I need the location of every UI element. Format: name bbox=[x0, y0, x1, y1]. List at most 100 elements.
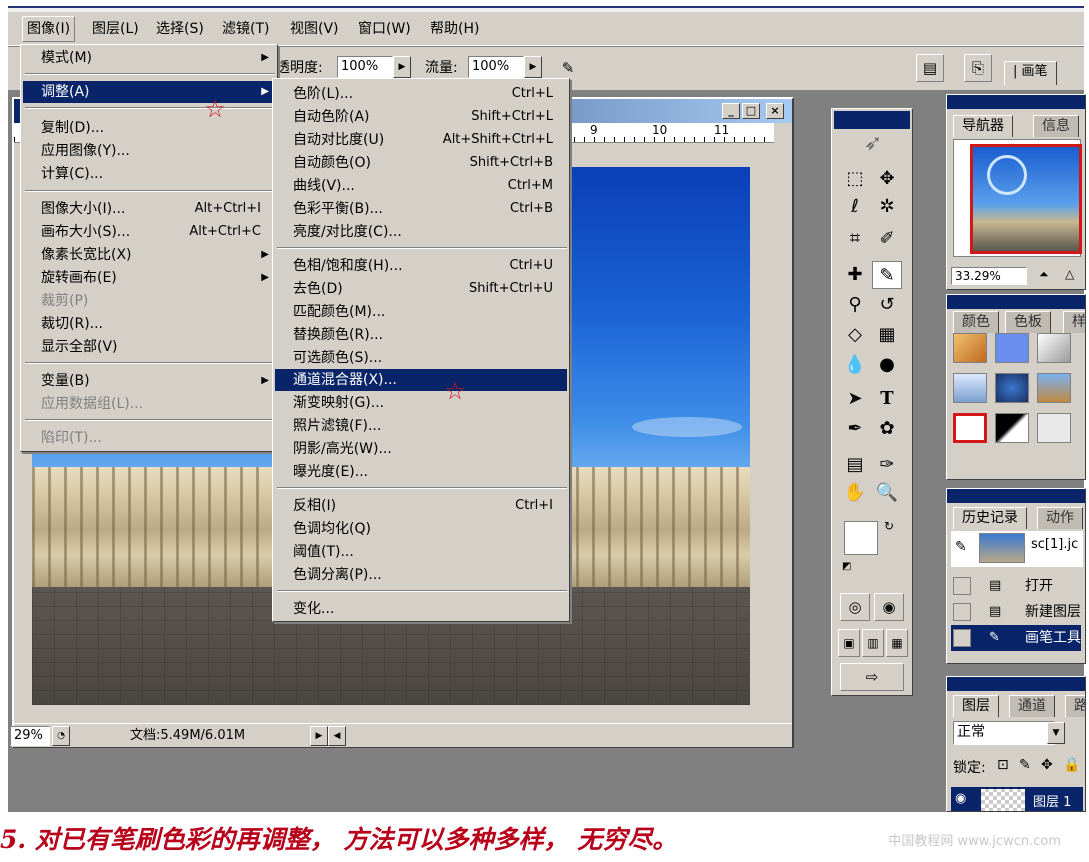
style-swatch[interactable] bbox=[953, 413, 987, 443]
style-swatch[interactable] bbox=[1037, 373, 1071, 403]
opacity-input[interactable]: 100% bbox=[337, 56, 393, 78]
history-item[interactable]: ▤ 新建图层 bbox=[951, 599, 1081, 625]
tab-layers[interactable]: 图层 bbox=[953, 695, 999, 717]
tab-navigator[interactable]: 导航器 bbox=[953, 115, 1013, 137]
menu-item-hue-saturation[interactable]: 色相/饱和度(H)... Ctrl+U bbox=[275, 255, 567, 277]
default-colors-icon[interactable]: ◩ bbox=[842, 561, 851, 572]
menu-item-match-color[interactable]: 匹配颜色(M)... bbox=[275, 301, 567, 323]
quickmask-mode-icon[interactable]: ◉ bbox=[874, 593, 904, 621]
brush-palette-tab[interactable]: | 画笔 bbox=[1004, 61, 1057, 85]
eye-icon[interactable]: ◉ bbox=[955, 791, 966, 806]
menu-item-selective-color[interactable]: 可选颜色(S)... bbox=[275, 347, 567, 369]
menu-item-auto-contrast[interactable]: 自动对比度(U) Alt+Shift+Ctrl+L bbox=[275, 129, 567, 151]
history-checkbox[interactable] bbox=[953, 577, 971, 595]
style-swatch[interactable] bbox=[995, 373, 1029, 403]
menu-item-variations[interactable]: 变化... bbox=[275, 598, 567, 620]
lasso-tool-icon[interactable]: ℓ bbox=[840, 193, 870, 221]
navigator-view-box[interactable] bbox=[970, 144, 1082, 254]
menu-item-canvas-size[interactable]: 画布大小(S)... Alt+Ctrl+C bbox=[23, 221, 275, 243]
minimize-icon[interactable]: _ bbox=[722, 103, 740, 119]
menu-item-channel-mixer[interactable]: 通道混合器(X)... bbox=[275, 369, 567, 391]
menu-item-pixel-aspect[interactable]: 像素长宽比(X) ▶ bbox=[23, 244, 275, 266]
menu-item-curves[interactable]: 曲线(V)... Ctrl+M bbox=[275, 175, 567, 197]
swatches-titlebar[interactable] bbox=[947, 295, 1085, 309]
screen-mode-full-icon[interactable]: ▦ bbox=[886, 629, 908, 657]
foreground-color-swatch[interactable] bbox=[844, 521, 878, 555]
menu-item-calculations[interactable]: 计算(C)... bbox=[23, 163, 275, 185]
menu-select[interactable]: 选择(S) bbox=[152, 18, 208, 40]
close-icon[interactable]: × bbox=[766, 103, 784, 119]
lock-position-icon[interactable]: ✥ bbox=[1041, 757, 1053, 773]
blur-tool-icon[interactable]: 💧 bbox=[840, 351, 870, 379]
menu-layer[interactable]: 图层(L) bbox=[88, 18, 143, 40]
menu-item-trim[interactable]: 裁切(R)... bbox=[23, 313, 275, 335]
menu-view[interactable]: 视图(V) bbox=[286, 18, 343, 40]
screen-mode-standard-icon[interactable]: ▣ bbox=[838, 629, 860, 657]
menu-window[interactable]: 窗口(W) bbox=[354, 18, 415, 40]
style-swatch[interactable] bbox=[953, 373, 987, 403]
brush-tool-icon[interactable]: ✎ bbox=[872, 261, 902, 289]
zoom-menu-icon[interactable]: ◔ bbox=[52, 726, 70, 746]
menu-item-adjust[interactable]: 调整(A) ▶ bbox=[23, 81, 275, 103]
menu-item-invert[interactable]: 反相(I) Ctrl+I bbox=[275, 495, 567, 517]
pen-tool-icon[interactable]: ✒ bbox=[840, 415, 870, 443]
flow-arrow-icon[interactable]: ▶ bbox=[524, 56, 542, 78]
navigator-preview[interactable] bbox=[953, 139, 1082, 257]
style-swatch[interactable] bbox=[953, 333, 987, 363]
menu-help[interactable]: 帮助(H) bbox=[426, 18, 483, 40]
dodge-tool-icon[interactable]: ● bbox=[872, 351, 902, 379]
style-swatch[interactable] bbox=[1037, 333, 1071, 363]
feather-logo-icon[interactable]: ➶ bbox=[838, 131, 908, 157]
lock-all-icon[interactable]: 🔒 bbox=[1063, 757, 1080, 773]
menu-item-reveal-all[interactable]: 显示全部(V) bbox=[23, 336, 275, 358]
menu-item-photo-filter[interactable]: 照片滤镜(F)... bbox=[275, 415, 567, 437]
history-item[interactable]: ▤ 打开 bbox=[951, 573, 1081, 599]
lock-transparency-icon[interactable]: ⊡ bbox=[997, 757, 1009, 773]
style-swatch[interactable] bbox=[995, 333, 1029, 363]
tab-color[interactable]: 颜色 bbox=[953, 311, 999, 333]
menu-item-duplicate[interactable]: 复制(D)... bbox=[23, 117, 275, 139]
tab-swatches[interactable]: 色板 bbox=[1005, 311, 1051, 333]
menu-item-mode[interactable]: 模式(M) ▶ bbox=[23, 47, 275, 69]
toolbox-titlebar[interactable] bbox=[834, 111, 910, 129]
menu-item-levels[interactable]: 色阶(L)... Ctrl+L bbox=[275, 83, 567, 105]
notes-tool-icon[interactable]: ▤ bbox=[840, 451, 870, 479]
menu-item-variables[interactable]: 变量(B) ▶ bbox=[23, 370, 275, 392]
layer-row[interactable]: ◉ 图层 1 bbox=[951, 787, 1083, 811]
jump-to-imageready-icon[interactable]: ⇨ bbox=[840, 663, 904, 691]
history-snapshot[interactable]: ✎ sc[1].jc bbox=[951, 531, 1083, 567]
status-menu-arrow-icon[interactable]: ▶ bbox=[310, 726, 328, 746]
style-swatch[interactable] bbox=[1037, 413, 1071, 443]
tab-info[interactable]: 信息 bbox=[1033, 115, 1079, 137]
flow-input[interactable]: 100% bbox=[468, 56, 524, 78]
navigator-zoom-field[interactable]: 33.29% bbox=[951, 267, 1027, 285]
menu-item-shadow-highlight[interactable]: 阴影/高光(W)... bbox=[275, 438, 567, 460]
marquee-tool-icon[interactable]: ⬚ bbox=[840, 165, 870, 193]
maximize-icon[interactable]: □ bbox=[742, 103, 760, 119]
history-checkbox[interactable] bbox=[953, 603, 971, 621]
tab-styles[interactable]: 样 bbox=[1063, 311, 1085, 333]
menu-item-image-size[interactable]: 图像大小(I)... Alt+Ctrl+I bbox=[23, 198, 275, 220]
menu-item-auto-levels[interactable]: 自动色阶(A) Shift+Ctrl+L bbox=[275, 106, 567, 128]
navigator-titlebar[interactable] bbox=[947, 95, 1085, 109]
history-item-active[interactable]: ✎ 画笔工具 bbox=[951, 625, 1081, 651]
tab-history[interactable]: 历史记录 bbox=[953, 507, 1027, 529]
type-tool-icon[interactable]: T bbox=[872, 385, 902, 413]
menu-filter[interactable]: 滤镜(T) bbox=[218, 18, 273, 40]
palette-toggle-icon[interactable]: ▤ bbox=[916, 54, 944, 82]
standard-mode-icon[interactable]: ◎ bbox=[840, 593, 870, 621]
style-swatch[interactable] bbox=[995, 413, 1029, 443]
crop-tool-icon[interactable]: ⌗ bbox=[840, 225, 870, 253]
move-tool-icon[interactable]: ✥ bbox=[872, 165, 902, 193]
tab-actions[interactable]: 动作 bbox=[1037, 507, 1083, 529]
menu-item-desaturate[interactable]: 去色(D) Shift+Ctrl+U bbox=[275, 278, 567, 300]
menu-item-auto-color[interactable]: 自动颜色(O) Shift+Ctrl+B bbox=[275, 152, 567, 174]
hand-tool-icon[interactable]: ✋ bbox=[840, 479, 870, 507]
shape-tool-icon[interactable]: ✿ bbox=[872, 415, 902, 443]
history-checkbox[interactable] bbox=[953, 629, 971, 647]
chevron-down-icon[interactable]: ▼ bbox=[1047, 722, 1065, 744]
history-titlebar[interactable] bbox=[947, 489, 1085, 503]
tab-channels[interactable]: 通道 bbox=[1009, 695, 1055, 717]
menu-item-exposure[interactable]: 曝光度(E)... bbox=[275, 461, 567, 483]
menu-item-threshold[interactable]: 阈值(T)... bbox=[275, 541, 567, 563]
